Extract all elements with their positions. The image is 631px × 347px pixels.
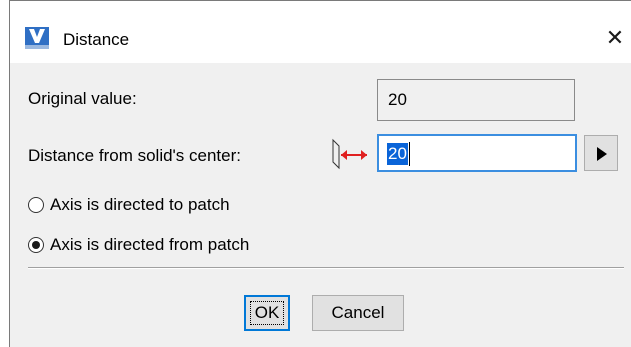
distance-menu-button[interactable] [584, 135, 618, 171]
ok-button[interactable]: OK [244, 295, 290, 331]
original-value-label: Original value: [28, 89, 137, 108]
distance-input-text: 20 [387, 143, 408, 165]
window-title: Distance [63, 30, 130, 49]
radio-axis-to-patch[interactable] [28, 197, 44, 213]
text-caret [409, 142, 410, 166]
original-value-text: 20 [388, 90, 407, 109]
original-value-field: 20 [377, 79, 575, 121]
radio-axis-from-patch[interactable] [28, 237, 44, 253]
cancel-button[interactable]: Cancel [312, 295, 404, 331]
close-button[interactable]: ✕ [604, 27, 626, 51]
radio-selected-dot [32, 241, 40, 249]
distance-label: Distance from solid's center: [28, 146, 241, 165]
play-right-arrow-icon [597, 147, 607, 161]
distance-arrows-icon [332, 138, 367, 170]
radio-axis-from-patch-label[interactable]: Axis is directed from patch [50, 235, 249, 255]
distance-input[interactable]: 20 [377, 134, 577, 172]
app-logo-icon [25, 27, 49, 49]
focus-indicator [250, 301, 284, 325]
cancel-button-label: Cancel [331, 303, 385, 322]
title-bar[interactable]: Distance ✕ [10, 1, 631, 63]
distance-dialog: Distance ✕ Original value: 20 Distance f… [9, 0, 631, 347]
close-icon: ✕ [605, 26, 625, 51]
divider [28, 267, 624, 269]
radio-axis-to-patch-label[interactable]: Axis is directed to patch [50, 195, 230, 215]
